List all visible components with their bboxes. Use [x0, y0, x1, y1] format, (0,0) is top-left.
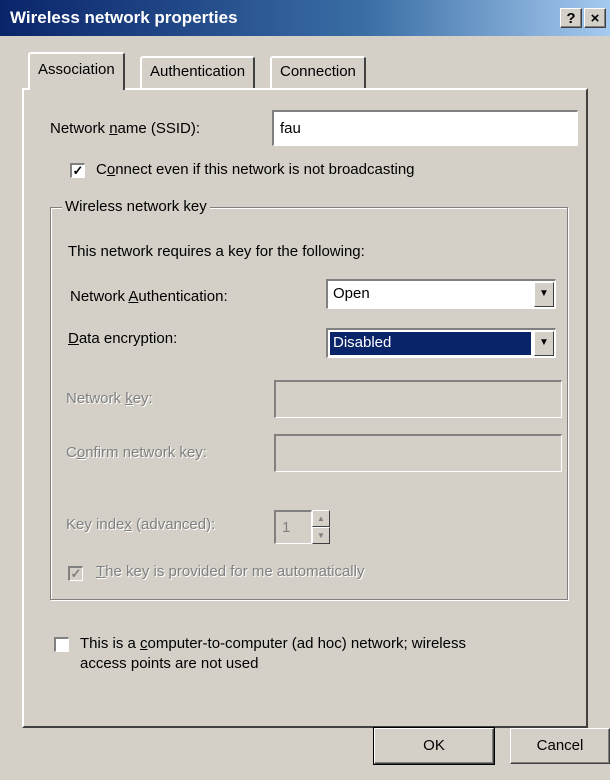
spin-up-icon[interactable]: ▲	[312, 510, 330, 527]
auth-label: Network Authentication:	[70, 288, 228, 305]
encryption-label: Data encryption:	[68, 330, 178, 347]
tab-association[interactable]: Association	[28, 52, 125, 90]
window-title: Wireless network properties	[10, 8, 238, 27]
broadcast-checkbox[interactable]: ✓	[70, 163, 85, 178]
key-index-input[interactable]: 1	[274, 510, 312, 544]
tab-connection[interactable]: Connection	[270, 56, 366, 88]
help-button[interactable]: ?	[560, 8, 582, 28]
auto-key-checkbox-label[interactable]: The key is provided for me automatically	[96, 563, 364, 580]
close-button[interactable]: ×	[584, 8, 606, 28]
adhoc-label-line2: access points are not used	[80, 655, 259, 672]
ssid-input[interactable]: fau	[272, 110, 578, 146]
spin-down-icon[interactable]: ▼	[312, 527, 330, 544]
confirm-key-input[interactable]	[274, 434, 562, 472]
encryption-select[interactable]: Disabled ▼	[326, 328, 556, 358]
chevron-down-icon[interactable]: ▼	[534, 282, 554, 307]
wireless-key-group-title: Wireless network key	[62, 198, 210, 215]
auto-key-checkbox[interactable]: ✓	[68, 566, 83, 581]
adhoc-checkbox[interactable]	[54, 637, 69, 652]
broadcast-checkbox-label[interactable]: Connect even if this network is not broa…	[96, 161, 415, 178]
network-key-input[interactable]	[274, 380, 562, 418]
cancel-button[interactable]: Cancel	[510, 728, 610, 764]
key-index-label: Key index (advanced):	[66, 516, 216, 533]
adhoc-checkbox-label[interactable]: This is a computer-to-computer (ad hoc) …	[80, 634, 466, 674]
auth-select-value: Open	[333, 285, 370, 302]
tab-authentication[interactable]: Authentication	[140, 56, 256, 88]
key-intro-text: This network requires a key for the foll…	[68, 243, 365, 260]
chevron-down-icon[interactable]: ▼	[534, 331, 554, 356]
confirm-key-label: Confirm network key:	[66, 444, 207, 461]
ssid-label: Network name (SSID):	[50, 120, 201, 137]
encryption-select-value: Disabled	[330, 332, 531, 355]
network-key-label: Network key:	[66, 390, 153, 407]
ok-button[interactable]: OK	[373, 727, 495, 765]
auth-select[interactable]: Open ▼	[326, 279, 556, 309]
adhoc-label-line1: This is a computer-to-computer (ad hoc) …	[80, 635, 466, 652]
